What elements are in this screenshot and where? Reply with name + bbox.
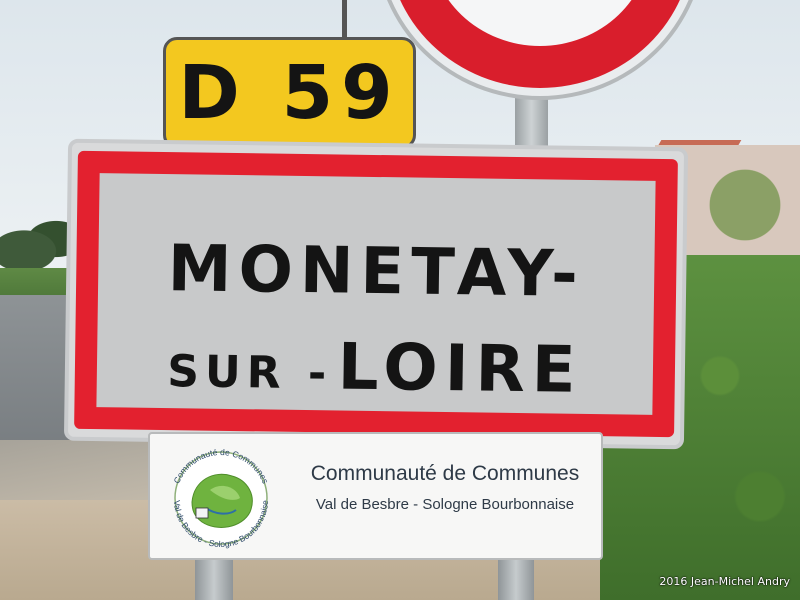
road-number-plate: D 59 [163, 37, 416, 149]
town-entry-sign: MONETAY- SUR - LOIRE [63, 138, 689, 450]
flowering-tree [690, 150, 800, 260]
community-plate: Communauté de Communes Val de Besbre - S… [148, 432, 603, 560]
town-name-line2: SUR - LOIRE [96, 327, 653, 409]
photo-credit: 2016 Jean-Michel Andry [659, 575, 790, 588]
town-name-line1: MONETAY- [167, 232, 586, 312]
town-name-prefix: SUR - [166, 346, 333, 400]
community-subtitle: Val de Besbre - Sologne Bourbonnaise [315, 496, 575, 513]
community-logo: Communauté de Communes Val de Besbre - S… [162, 440, 280, 554]
town-name-main: LOIRE [337, 330, 584, 408]
sign-pole-left [195, 555, 233, 600]
road-number-text: D 59 [178, 50, 401, 136]
town-sign-red-border: MONETAY- SUR - LOIRE [74, 150, 678, 438]
community-title: Communauté de Communes [310, 462, 580, 485]
photo-scene: D 59 MONETAY- SUR - LOIRE Communauté de … [0, 0, 800, 600]
